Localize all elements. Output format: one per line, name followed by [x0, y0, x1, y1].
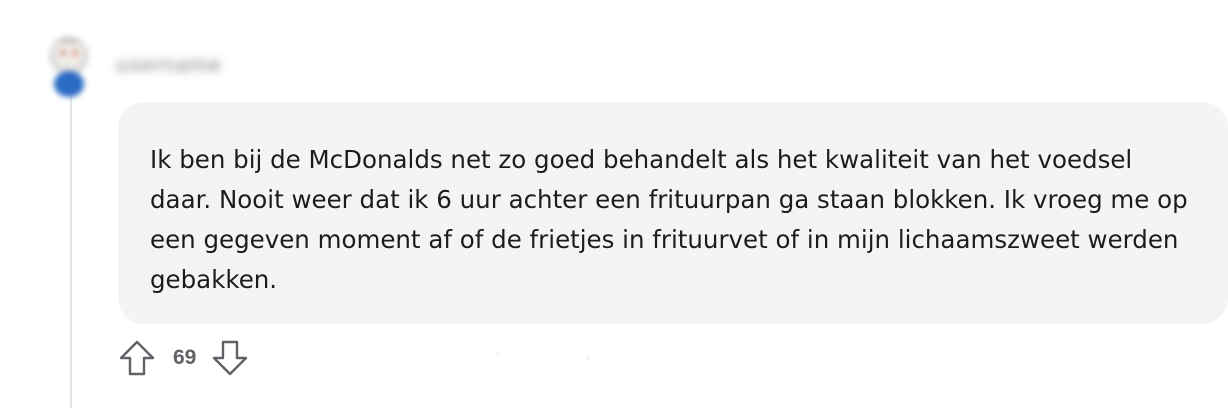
- downvote-button[interactable]: [210, 338, 250, 378]
- upvote-arrow-icon: [119, 340, 155, 376]
- thread-line[interactable]: [70, 95, 72, 408]
- snoo-avatar-icon: [49, 36, 89, 97]
- username[interactable]: username: [116, 52, 222, 78]
- avatar[interactable]: [40, 32, 98, 98]
- faint-dot: [496, 352, 500, 356]
- comment-bubble: Ik ben bij de McDonalds net zo goed beha…: [118, 102, 1228, 324]
- comment-body: Ik ben bij de McDonalds net zo goed beha…: [150, 145, 1188, 294]
- vote-score: 69: [173, 346, 197, 369]
- downvote-arrow-icon: [213, 340, 248, 376]
- upvote-button[interactable]: [117, 338, 157, 378]
- vote-bar: 69: [117, 338, 250, 378]
- comment-thread: username Ik ben bij de McDonalds net zo …: [0, 0, 1228, 408]
- faint-dot: [586, 356, 590, 360]
